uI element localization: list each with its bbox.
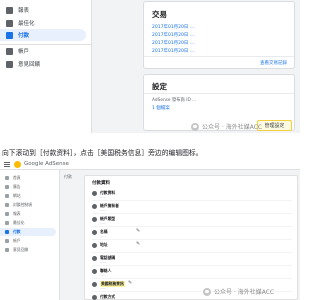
sidebar-item-ads[interactable]: 廣告 (0, 183, 56, 191)
instruction-caption: 向下滚动到［付款资料］，点击［美国税务信息］旁边的编辑图标。 (2, 149, 203, 157)
row-divider (92, 226, 292, 227)
card-divider (144, 56, 294, 57)
account-type-icon (92, 217, 97, 222)
row-divider (92, 200, 292, 201)
home-icon (5, 176, 9, 180)
edit-pencil-icon[interactable]: ✎ (136, 228, 140, 234)
sidebar-item-account[interactable]: 帳戶 (0, 237, 56, 245)
adsense-logo-icon (14, 161, 21, 168)
watermark: 公众号 · 海外社媒ACC (203, 287, 274, 296)
sidebar: 首頁 廣告 網站 封鎖控制項 報表 最佳化 付款 帳戶 意見回饋 (0, 170, 60, 300)
payment-info-panel: 付款資料 付款資料 ...... 帳戶擁有者 ...... 帳戶類型 .....… (84, 175, 298, 300)
breadcrumb: 付款 (64, 174, 72, 179)
trend-icon (5, 221, 9, 225)
feedback-icon (5, 248, 9, 252)
card-divider (144, 93, 294, 94)
info-row: 付款方式 ...... (92, 293, 212, 300)
row-divider (92, 239, 292, 240)
watermark: 公众号 · 海外社媒ACC (191, 122, 262, 131)
trend-icon (6, 19, 13, 27)
row-divider (92, 278, 292, 279)
settings-title: 設定 (152, 82, 167, 91)
transaction-link[interactable]: 2017年01月20日 ... (152, 24, 194, 30)
transaction-link[interactable]: 2017年01月20日 ... (152, 32, 194, 38)
sidebar-item-optimize[interactable]: 最佳化 (0, 17, 92, 29)
contact-icon (92, 269, 97, 274)
sidebar: 報表 最佳化 付款 帳戶 意見回饋 (0, 0, 92, 133)
location-icon (92, 243, 97, 248)
payments-icon (6, 31, 13, 39)
account-info-text: AdSense 發布商 ID ... (152, 98, 197, 103)
sidebar-item-payments[interactable]: 付款 (0, 228, 56, 236)
row-divider (92, 252, 292, 253)
sidebar-item-feedback[interactable]: 意見回饋 (0, 246, 56, 254)
top-app-bar: Google AdSense (0, 159, 300, 170)
manage-settings-button[interactable]: 管理設定 (257, 120, 292, 131)
menu-icon[interactable] (4, 162, 10, 167)
sidebar-item-reports[interactable]: 報表 (0, 210, 56, 218)
block-icon (5, 203, 9, 207)
transaction-link[interactable]: 2017年01月20日 ... (152, 48, 194, 54)
sidebar-item-home[interactable]: 首頁 (0, 174, 56, 182)
sites-icon (5, 194, 9, 198)
sidebar-item-reports[interactable]: 報表 (0, 4, 92, 16)
name-icon (92, 230, 97, 235)
row-divider (92, 265, 292, 266)
sidebar-item-sites[interactable]: 網站 (0, 192, 56, 200)
app-name: Google AdSense (24, 161, 69, 167)
screenshot-payment-info: Google AdSense 首頁 廣告 網站 封鎖控制項 報表 最佳化 付款 … (0, 159, 300, 300)
sidebar-item-blocking[interactable]: 封鎖控制項 (0, 201, 56, 209)
sidebar-item-feedback[interactable]: 意見回饋 (0, 58, 92, 70)
report-icon (5, 212, 9, 216)
sidebar-item-payments[interactable]: 付款 (0, 29, 86, 41)
account-icon (5, 239, 9, 243)
wechat-logo-icon (191, 122, 199, 131)
panel-title: 付款資料 (92, 181, 110, 186)
payment-method-icon (92, 295, 97, 300)
payments-icon (5, 230, 9, 234)
report-icon (6, 6, 13, 14)
transaction-link[interactable]: 2017年01月20日 ... (152, 40, 194, 46)
screenshot-payments-overview: 報表 最佳化 付款 帳戶 意見回饋 交易 2017年01月20日 ... 201… (0, 0, 300, 133)
feedback-icon (6, 60, 13, 68)
transactions-title: 交易 (152, 10, 167, 19)
row-divider (92, 213, 292, 214)
wechat-logo-icon (203, 287, 211, 296)
info-icon (92, 191, 97, 196)
sidebar-item-optimize[interactable]: 最佳化 (0, 219, 56, 227)
settings-link[interactable]: 1 個檔案 (152, 105, 170, 111)
person-icon (92, 204, 97, 209)
account-icon (6, 47, 13, 55)
sidebar-item-account[interactable]: 帳戶 (0, 45, 92, 57)
phone-icon (92, 256, 97, 261)
edit-pencil-icon[interactable]: ✎ (136, 241, 140, 247)
transactions-card: 交易 2017年01月20日 ... 2017年01月20日 ... 2017年… (143, 1, 295, 69)
view-transactions-link[interactable]: 查看交易記錄 (260, 60, 287, 66)
edit-pencil-icon[interactable]: ✎ (128, 280, 132, 286)
tax-icon (92, 282, 97, 287)
ads-icon (5, 185, 9, 189)
